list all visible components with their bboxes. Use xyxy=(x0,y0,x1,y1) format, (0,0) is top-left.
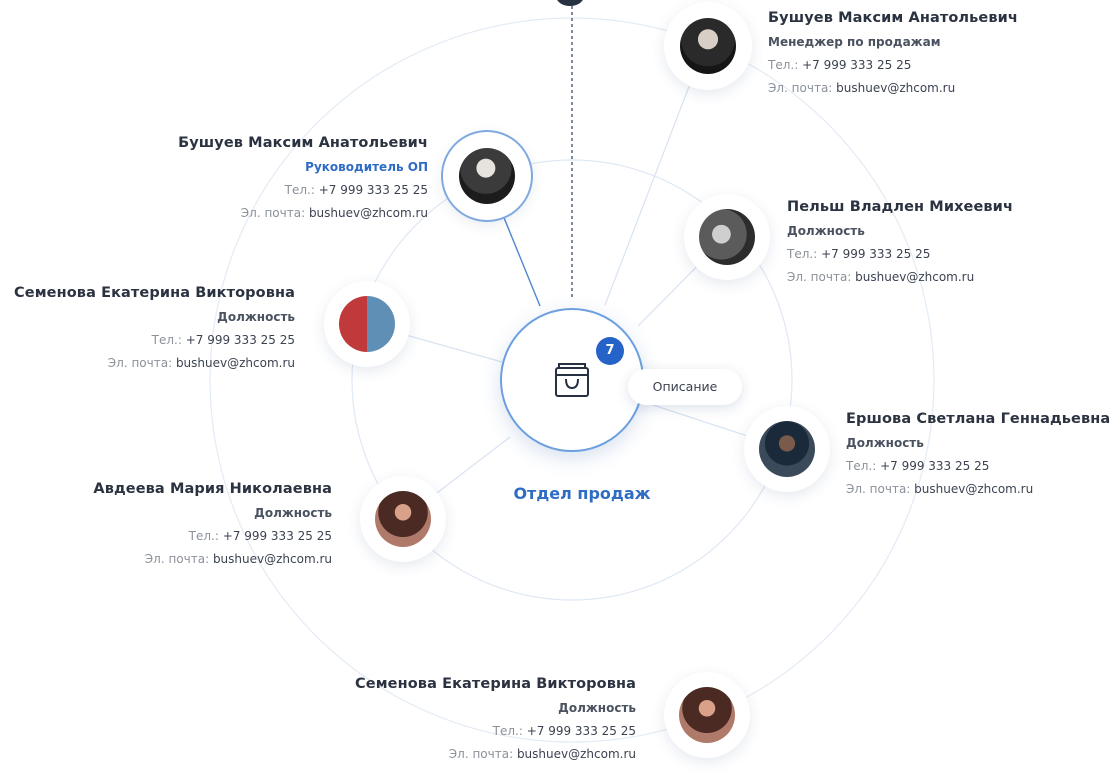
avatar-frame[interactable] xyxy=(744,406,830,492)
employee-phone: Тел.: +7 999 333 25 25 xyxy=(768,58,912,72)
employee-name[interactable]: Бушуев Максим Анатольевич xyxy=(178,135,428,151)
employee-card: Ершова Светлана Геннадьевна Должность Те… xyxy=(846,411,1110,496)
avatar xyxy=(680,18,736,74)
employee-phone: Тел.: +7 999 333 25 25 xyxy=(188,529,332,543)
employee-name[interactable]: Ершова Светлана Геннадьевна xyxy=(846,411,1110,427)
employee-phone: Тел.: +7 999 333 25 25 xyxy=(151,333,295,347)
avatar xyxy=(759,421,815,477)
department-node[interactable] xyxy=(500,308,644,452)
shopping-bag-icon xyxy=(555,363,589,397)
employee-email: Эл. почта: bushuev@zhcom.ru xyxy=(768,81,956,95)
employee-card: Авдеева Мария Николаевна Должность Тел.:… xyxy=(93,481,332,566)
employee-card: Семенова Екатерина Викторовна Должность … xyxy=(355,676,636,761)
employee-role: Должность xyxy=(254,506,332,520)
employee-name[interactable]: Пельш Владлен Михеевич xyxy=(787,199,1013,215)
employee-name[interactable]: Семенова Екатерина Викторовна xyxy=(355,676,636,692)
employee-card-lead: Бушуев Максим Анатольевич Руководитель О… xyxy=(178,135,428,220)
employee-email: Эл. почта: bushuev@zhcom.ru xyxy=(144,552,332,566)
avatar-frame[interactable] xyxy=(684,194,770,280)
employee-phone: Тел.: +7 999 333 25 25 xyxy=(787,247,931,261)
avatar-frame[interactable] xyxy=(324,281,410,367)
employee-name[interactable]: Авдеева Мария Николаевна xyxy=(93,481,332,497)
employee-name[interactable]: Бушуев Максим Анатольевич xyxy=(768,10,1018,26)
employee-count-badge: 7 xyxy=(596,337,624,365)
avatar xyxy=(679,687,735,743)
avatar xyxy=(459,148,515,204)
employee-email: Эл. почта: bushuev@zhcom.ru xyxy=(448,747,636,761)
employee-email: Эл. почта: bushuev@zhcom.ru xyxy=(787,270,975,284)
avatar xyxy=(699,209,755,265)
employee-phone: Тел.: +7 999 333 25 25 xyxy=(846,459,990,473)
avatar xyxy=(375,491,431,547)
employee-card: Семенова Екатерина Викторовна Должность … xyxy=(14,285,295,370)
employee-email: Эл. почта: bushuev@zhcom.ru xyxy=(107,356,295,370)
avatar-frame[interactable] xyxy=(360,476,446,562)
department-title[interactable]: Отдел продаж xyxy=(472,484,692,503)
employee-email: Эл. почта: bushuev@zhcom.ru xyxy=(846,482,1034,496)
avatar-frame[interactable] xyxy=(664,2,752,90)
employee-role: Менеджер по продажам xyxy=(768,35,941,49)
employee-phone: Тел.: +7 999 333 25 25 xyxy=(284,183,428,197)
avatar xyxy=(339,296,395,352)
avatar-frame-lead[interactable] xyxy=(443,132,531,220)
employee-role: Должность xyxy=(846,436,924,450)
employee-phone: Тел.: +7 999 333 25 25 xyxy=(492,724,636,738)
employee-email: Эл. почта: bushuev@zhcom.ru xyxy=(240,206,428,220)
employee-role: Должность xyxy=(217,310,295,324)
description-button[interactable]: Описание xyxy=(628,369,742,405)
employee-role: Должность xyxy=(558,701,636,715)
avatar-frame[interactable] xyxy=(664,672,750,758)
employee-role: Руководитель ОП xyxy=(305,160,428,174)
employee-name[interactable]: Семенова Екатерина Викторовна xyxy=(14,285,295,301)
employee-card: Бушуев Максим Анатольевич Менеджер по пр… xyxy=(768,10,1018,95)
employee-role: Должность xyxy=(787,224,865,238)
employee-card: Пельш Владлен Михеевич Должность Тел.: +… xyxy=(787,199,1013,284)
